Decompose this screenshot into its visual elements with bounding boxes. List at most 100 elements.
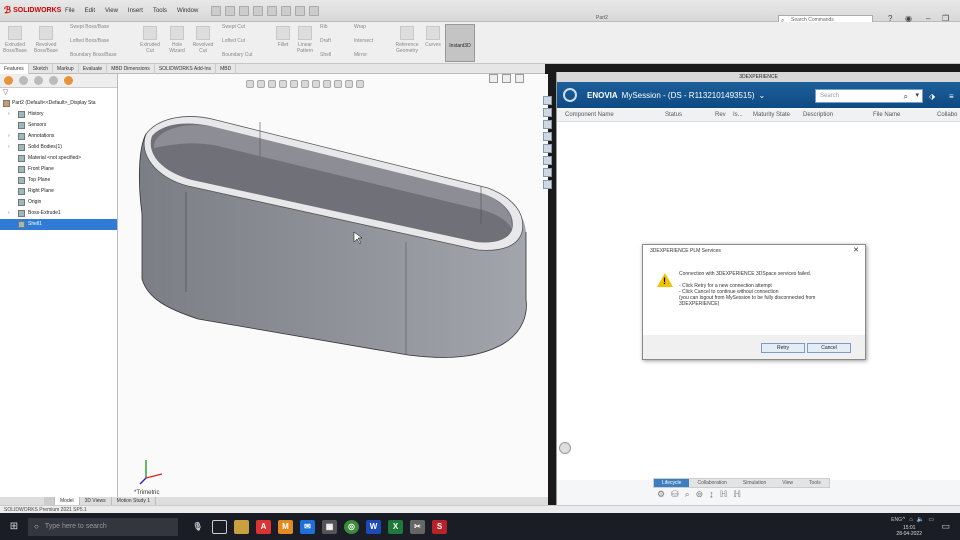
tab-model[interactable]: Model [55,497,80,505]
language-indicator[interactable]: ENG [891,517,902,523]
resources-tab-icon[interactable] [543,108,552,117]
tab-markup[interactable]: Markup [53,63,79,74]
menu-view[interactable]: View [100,8,123,14]
feature-tree-tab-icon[interactable] [4,76,13,85]
column-component-name[interactable]: Component Name [565,112,614,118]
taskbar-clock[interactable]: 15:01 28-04-2022 [896,525,922,537]
extruded-cut-button[interactable]: Extruded Cut [136,26,164,54]
menu-window[interactable]: Window [172,8,203,14]
reference-geometry-button[interactable]: Reference Geometry [392,26,422,54]
tab-features[interactable]: Features [0,63,29,74]
tab-tools[interactable]: Tools [801,479,829,487]
handle-icon[interactable] [559,442,571,454]
swept-cut-button[interactable]: Swept Cut [222,24,270,30]
chevron-down-icon[interactable]: ⌄ [758,91,765,100]
instant3d-button[interactable]: Instant3D [445,24,475,62]
maturity-icon[interactable]: ↨ [709,489,714,500]
tree-item-right-plane[interactable]: Right Plane [0,186,117,197]
appearances-tab-icon[interactable] [543,156,552,165]
tab-mbd-dimensions[interactable]: MBD Dimensions [107,63,155,74]
mail-icon[interactable]: ✉ [300,519,315,534]
undo-icon[interactable] [267,5,278,16]
mirror-button[interactable]: Mirror [354,52,390,58]
file-explorer-tab-icon[interactable] [543,132,552,141]
chevron-up-icon[interactable]: ^ [902,517,905,523]
file-explorer-icon[interactable] [234,519,249,534]
microphone-icon[interactable]: 🎙 [190,520,205,534]
search-icon[interactable]: ⌕ [685,489,690,500]
mathcad-icon[interactable]: M [278,519,293,534]
intersect-button[interactable]: Intersect [354,38,390,44]
acrobat-icon[interactable]: A [256,519,271,534]
dx-search-input[interactable]: Search ⌕ ▾ [815,89,923,103]
calculator-icon[interactable]: ▦ [322,519,337,534]
graphics-area[interactable]: *Trimetric [118,74,548,498]
tab-simulation[interactable]: Simulation [735,479,774,487]
snipping-tool-icon[interactable]: ✂ [410,519,425,534]
column-collabo[interactable]: Collabo [937,112,957,118]
filter-icon[interactable]: ▽ [0,88,117,98]
3dexperience-tab-icon[interactable] [543,96,552,105]
lifecycle-icon[interactable]: ⚙ [657,489,665,500]
tree-item-sensors[interactable]: Sensors [0,120,117,131]
dim-xpert-tab-icon[interactable] [49,76,58,85]
cancel-button[interactable]: Cancel [807,343,851,353]
shell-button[interactable]: Shell [320,52,350,58]
tab-sketch[interactable]: Sketch [29,63,54,74]
rib-button[interactable]: Rib [320,24,350,30]
revolved-boss-button[interactable]: Revolved Boss/Base [32,26,60,54]
tab-view[interactable]: View [774,479,801,487]
tree-item-boss-extrude[interactable]: › Boss-Extrude1 [0,208,117,219]
linear-pattern-button[interactable]: Linear Pattern [294,26,316,54]
view-palette-tab-icon[interactable] [543,144,552,153]
design-library-tab-icon[interactable] [543,120,552,129]
options-icon[interactable] [309,5,320,16]
menu-icon[interactable]: ≡ [949,92,954,101]
swept-boss-button[interactable]: Swept Boss/Base [70,24,130,30]
column-status[interactable]: Status [665,112,682,118]
curves-button[interactable]: Curves [422,26,444,48]
tree-item-history[interactable]: › History [0,109,117,120]
tab-lifecycle[interactable]: Lifecycle [654,479,690,487]
tree-item-solid-bodies[interactable]: › Solid Bodies(1) [0,142,117,153]
word-icon[interactable]: W [366,519,381,534]
print-icon[interactable] [253,5,264,16]
lofted-cut-button[interactable]: Lofted Cut [222,38,270,44]
tree-item-front-plane[interactable]: Front Plane [0,164,117,175]
split-view-icon[interactable] [489,74,498,83]
tab-motion-study[interactable]: Motion Study 1 [112,497,157,505]
config-manager-tab-icon[interactable] [34,76,43,85]
open-icon[interactable] [225,5,236,16]
tab-addins[interactable]: SOLIDWORKS Add-Ins [155,63,217,74]
tree-root-part[interactable]: Part2 (Default<<Default>_Display Sta [0,98,117,109]
restore-view-icon[interactable] [502,74,511,83]
tree-item-origin[interactable]: Origin [0,197,117,208]
extruded-boss-button[interactable]: Extruded Boss/Base [2,26,28,54]
close-icon[interactable]: ✕ [853,246,859,254]
column-is[interactable]: Is... [733,112,743,118]
database-icon[interactable]: ⛁ [671,489,679,500]
column-description[interactable]: Description [803,112,833,118]
select-icon[interactable] [281,5,292,16]
menu-file[interactable]: File [60,8,80,14]
excel-icon[interactable]: X [388,519,403,534]
revolved-cut-button[interactable]: Revolved Cut [190,26,216,54]
network-icon[interactable]: ⌂ [909,517,913,523]
chevron-down-icon[interactable]: ▾ [915,90,919,102]
maximize-view-icon[interactable] [515,74,524,83]
menu-insert[interactable]: Insert [123,8,148,14]
notification-icon[interactable]: ▭ [941,521,950,532]
column-rev[interactable]: Rev [715,112,726,118]
tree-item-top-plane[interactable]: Top Plane [0,175,117,186]
tab-mbd[interactable]: MBD [216,63,237,74]
draft-button[interactable]: Draft [320,38,350,44]
menu-tools[interactable]: Tools [148,8,172,14]
windows-start-button[interactable]: ⊞ [0,513,28,540]
tab-scroll-icon[interactable] [44,497,55,505]
lofted-boss-button[interactable]: Lofted Boss/Base [70,38,130,44]
tag-icon[interactable]: ⬗ [929,92,935,101]
hierarchy-icon[interactable]: ℍ [720,489,728,500]
wrap-button[interactable]: Wrap [354,24,390,30]
retry-button[interactable]: Retry [761,343,805,353]
part-model[interactable] [118,74,548,498]
